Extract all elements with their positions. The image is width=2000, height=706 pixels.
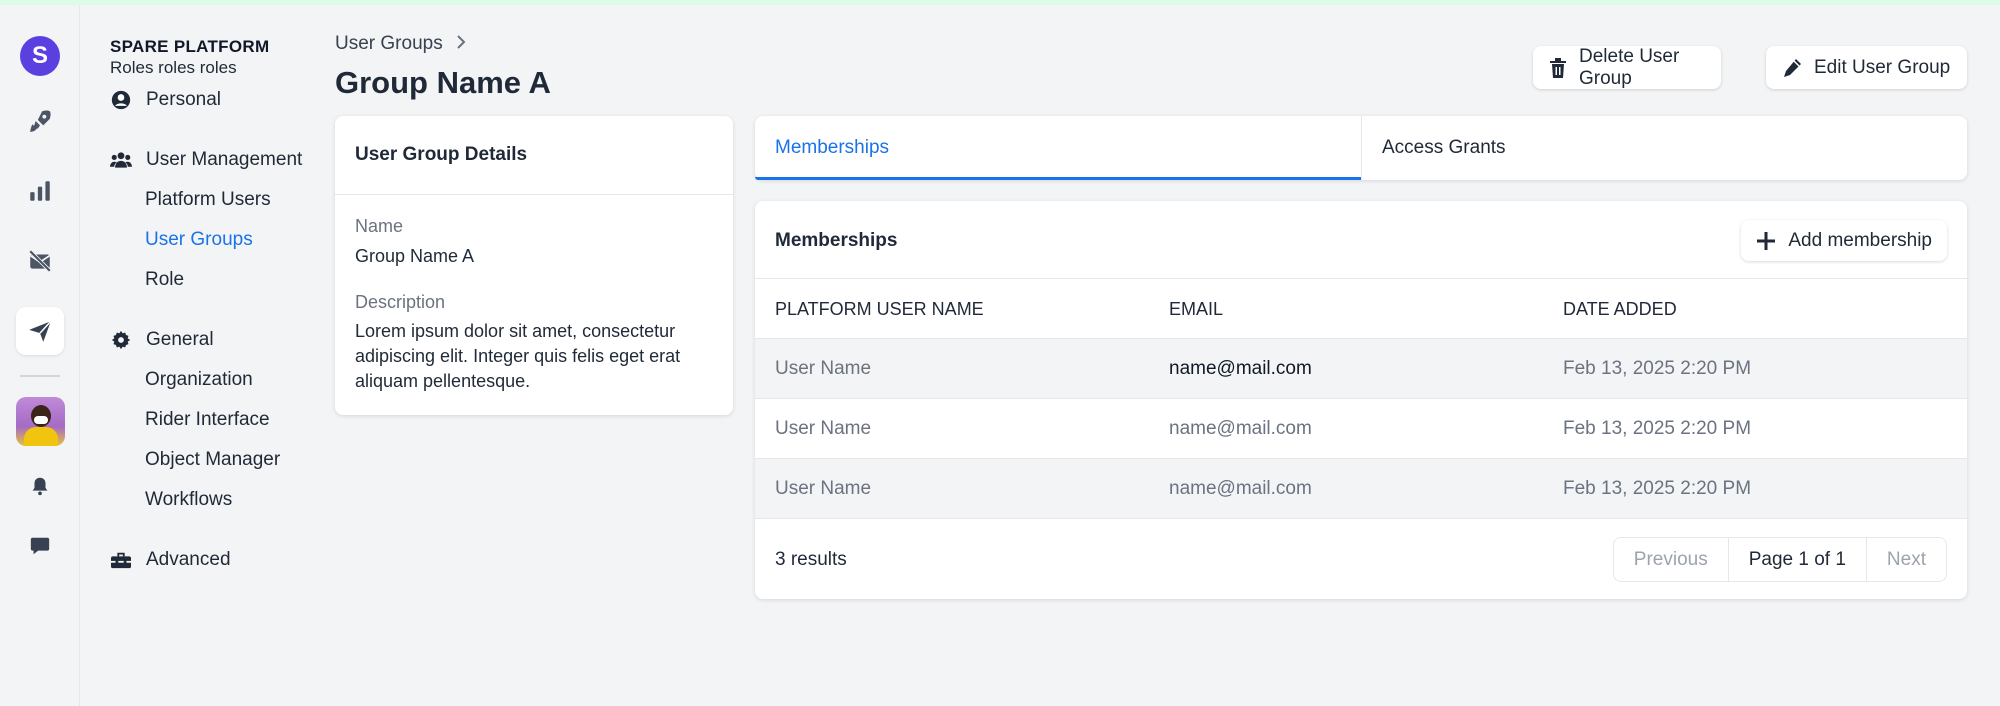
table-header-row: PLATFORM USER NAME EMAIL DATE ADDED — [755, 279, 1967, 339]
name-label: Name — [355, 216, 404, 236]
table-row[interactable]: User Name name@mail.com Feb 13, 2025 2:2… — [755, 459, 1967, 519]
table-row[interactable]: User Name name@mail.com Feb 13, 2025 2:2… — [755, 339, 1967, 399]
delete-user-group-label: Delete User Group — [1579, 45, 1680, 89]
memberships-title: Memberships — [775, 230, 898, 251]
avatar[interactable] — [16, 397, 65, 446]
column-header-email[interactable]: EMAIL — [1169, 279, 1223, 339]
name-value: Group Name A — [355, 246, 475, 266]
chevron-right-icon — [455, 33, 467, 55]
nav-personal[interactable]: Personal — [110, 85, 221, 115]
nav-advanced[interactable]: Advanced — [110, 545, 231, 575]
bell-icon[interactable] — [16, 462, 64, 510]
nav-general[interactable]: General — [110, 325, 214, 355]
rocket-icon[interactable] — [16, 97, 64, 145]
cell-email: name@mail.com — [1169, 478, 1312, 499]
description-value: Lorem ipsum dolor sit amet, consectetur … — [355, 321, 681, 391]
mail-off-icon[interactable] — [16, 237, 64, 285]
cell-date-added: Feb 13, 2025 2:20 PM — [1563, 478, 1752, 499]
users-icon — [110, 149, 132, 171]
cell-date-added: Feb 13, 2025 2:20 PM — [1563, 358, 1752, 379]
breadcrumb: User Groups — [335, 33, 467, 55]
edit-user-group-button[interactable]: Edit User Group — [1766, 46, 1967, 89]
column-header-user-name[interactable]: PLATFORM USER NAME — [775, 279, 984, 339]
bar-chart-icon[interactable] — [16, 167, 64, 215]
nav-user-groups[interactable]: User Groups — [145, 225, 253, 255]
page-indicator: Page 1 of 1 — [1727, 538, 1867, 581]
cell-email: name@mail.com — [1169, 358, 1312, 379]
brand-subtitle: Roles roles roles — [110, 58, 237, 77]
details-heading: User Group Details — [335, 116, 733, 195]
tab-memberships[interactable]: Memberships — [755, 116, 1361, 180]
cell-date-added: Feb 13, 2025 2:20 PM — [1563, 418, 1752, 439]
user-circle-icon — [110, 89, 132, 111]
plus-icon — [1756, 231, 1776, 251]
nav-advanced-label: Advanced — [146, 549, 231, 570]
nav-sidebar: SPARE PLATFORM Roles roles roles Persona… — [80, 5, 320, 706]
nav-rider-interface[interactable]: Rider Interface — [145, 405, 270, 435]
toolbox-icon — [110, 549, 132, 571]
nav-organization[interactable]: Organization — [145, 365, 253, 395]
table-row[interactable]: User Name name@mail.com Feb 13, 2025 2:2… — [755, 399, 1967, 459]
pencil-icon — [1782, 58, 1802, 78]
user-group-details-card: User Group Details Name Group Name A Des… — [335, 116, 733, 415]
add-membership-button[interactable]: Add membership — [1741, 220, 1947, 261]
description-label: Description — [355, 292, 446, 312]
edit-user-group-label: Edit User Group — [1814, 56, 1951, 78]
pagination: Previous Page 1 of 1 Next — [1612, 537, 1947, 582]
cell-email: name@mail.com — [1169, 418, 1312, 439]
memberships-header: Memberships Add membership — [755, 201, 1967, 279]
nav-role[interactable]: Role — [145, 265, 184, 295]
chat-icon[interactable] — [16, 522, 64, 570]
breadcrumb-user-groups[interactable]: User Groups — [335, 33, 443, 55]
tab-access-grants[interactable]: Access Grants — [1361, 116, 1967, 180]
app-logo[interactable]: S — [20, 36, 60, 76]
add-membership-label: Add membership — [1788, 229, 1932, 251]
memberships-card: Memberships Add membership PLATFORM USER… — [755, 201, 1967, 599]
gear-icon — [110, 329, 132, 351]
previous-page-button[interactable]: Previous — [1614, 538, 1728, 581]
tabs-bar: Memberships Access Grants — [755, 116, 1967, 180]
delete-user-group-button[interactable]: Delete User Group — [1533, 46, 1721, 89]
trash-icon — [1549, 57, 1567, 78]
cell-user-name: User Name — [775, 358, 872, 379]
cell-user-name: User Name — [775, 418, 872, 439]
column-header-date-added[interactable]: DATE ADDED — [1563, 279, 1677, 339]
cell-user-name: User Name — [775, 478, 872, 499]
nav-platform-users[interactable]: Platform Users — [145, 185, 271, 215]
send-icon[interactable] — [16, 307, 64, 355]
nav-user-management[interactable]: User Management — [110, 145, 302, 175]
results-count: 3 results — [775, 549, 847, 570]
table-footer: 3 results Previous Page 1 of 1 Next — [755, 519, 1967, 599]
rail-divider — [20, 375, 60, 377]
nav-general-label: General — [146, 329, 214, 350]
nav-object-manager[interactable]: Object Manager — [145, 445, 280, 475]
nav-user-management-label: User Management — [146, 149, 303, 170]
brand-title: SPARE PLATFORM — [110, 37, 270, 56]
icon-rail: S — [0, 5, 80, 706]
page-title: Group Name A — [335, 65, 551, 100]
next-page-button[interactable]: Next — [1867, 538, 1946, 581]
nav-workflows[interactable]: Workflows — [145, 485, 232, 515]
nav-personal-label: Personal — [146, 89, 221, 110]
